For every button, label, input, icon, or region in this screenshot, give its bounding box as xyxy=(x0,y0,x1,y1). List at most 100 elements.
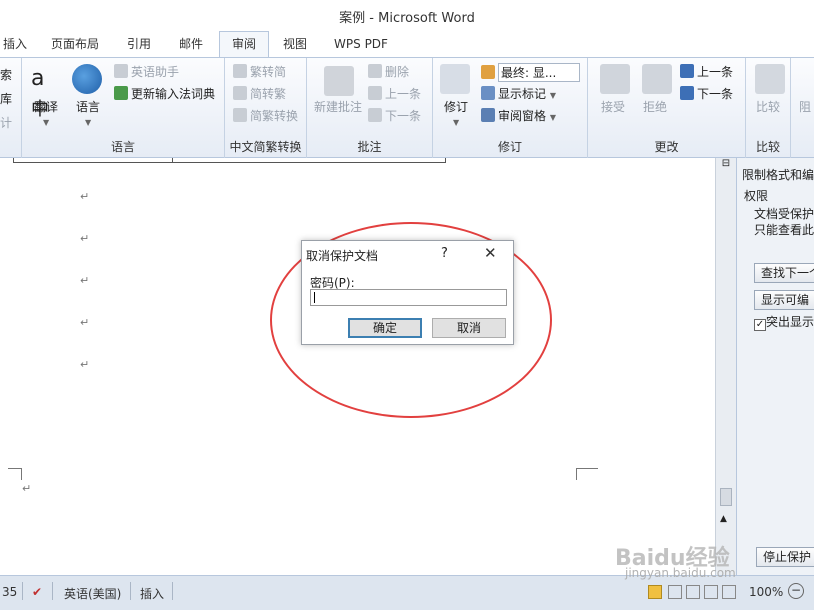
help-icon[interactable]: ? xyxy=(441,246,448,261)
display-for-review-select[interactable]: 最终: 显... xyxy=(481,63,580,82)
tab-review[interactable]: 审阅 xyxy=(219,31,269,57)
margin-corner-left xyxy=(8,468,22,480)
translate-button[interactable]: 翻译 xyxy=(34,98,58,115)
convert-button[interactable]: 简繁转换 xyxy=(233,107,298,124)
proofing-partial-3[interactable]: 计 xyxy=(0,114,12,131)
proofing-partial-2[interactable]: 库 xyxy=(0,90,12,107)
cancel-button[interactable]: 取消 xyxy=(432,318,506,338)
reviewing-pane-label: 审阅窗格 xyxy=(498,109,547,123)
tab-view[interactable]: 视图 xyxy=(274,34,316,57)
show-editable-regions-button[interactable]: 显示可编 xyxy=(754,290,814,310)
previous-comment-button[interactable]: 上一条 xyxy=(368,85,421,102)
compare-button[interactable]: 比较 xyxy=(756,98,780,115)
track-changes-caret-icon[interactable]: ▼ xyxy=(453,118,459,127)
ruler-toggle-icon[interactable]: ⊟ xyxy=(719,158,733,172)
reject-button[interactable]: 拒绝 xyxy=(643,98,667,115)
delete-icon xyxy=(368,64,382,78)
new-comment-button[interactable]: 新建批注 xyxy=(314,98,362,115)
tab-references[interactable]: 引用 xyxy=(118,34,160,57)
page-number-status[interactable]: 35 xyxy=(2,585,17,599)
track-changes-button[interactable]: 修订 xyxy=(444,98,468,115)
text-cursor xyxy=(314,292,315,303)
restrict-editing-pane: 限制格式和编辑 权限 文档受保护 只能查看此 查找下一个 显示可编 ✓突出显示 … xyxy=(736,158,814,575)
ok-button[interactable]: 确定 xyxy=(348,318,422,338)
insert-mode-status[interactable]: 插入 xyxy=(140,585,164,602)
dialog-title: 取消保护文档 xyxy=(306,249,379,263)
next-change-button[interactable]: 下一条 xyxy=(680,85,733,102)
next-comment-button[interactable]: 下一条 xyxy=(368,107,421,124)
group-compare-label: 比较 xyxy=(755,140,780,154)
next-icon xyxy=(368,108,382,122)
reviewing-pane-button[interactable]: 审阅窗格 ▼ xyxy=(481,107,556,124)
update-ime-button[interactable]: 更新输入法词典 xyxy=(114,85,215,102)
margin-corner-right xyxy=(576,468,598,480)
stop-protection-button[interactable]: 停止保护 xyxy=(756,547,814,567)
proofing-error-icon[interactable]: ✔ xyxy=(32,585,42,599)
next-change-icon xyxy=(680,86,694,100)
password-input[interactable] xyxy=(310,289,507,306)
new-comment-icon xyxy=(324,66,354,96)
previous-change-button[interactable]: 上一条 xyxy=(680,63,733,80)
language-status[interactable]: 英语(美国) xyxy=(64,585,121,602)
display-review-value: 最终: 显... xyxy=(498,63,580,82)
group-proofing-partial: 索 库 计 xyxy=(0,58,22,158)
close-icon[interactable]: ✕ xyxy=(484,244,497,262)
previous-change-icon xyxy=(680,64,694,78)
paragraph-mark: ↵ xyxy=(22,482,32,495)
highlight-regions-checkbox[interactable]: ✓ 突出显示 xyxy=(754,313,814,331)
status-separator xyxy=(22,582,23,600)
english-assistant-button[interactable]: 英语助手 xyxy=(114,63,179,80)
pane-readonly-text: 只能查看此 xyxy=(754,223,814,237)
translate-caret-icon[interactable]: ▼ xyxy=(43,118,49,127)
convert-label: 简繁转换 xyxy=(250,109,299,123)
to-simplified-button[interactable]: 简转繁 xyxy=(233,85,286,102)
pane-protected-text: 文档受保护 xyxy=(754,207,814,221)
baidu-watermark-url: jingyan.baidu.com xyxy=(625,566,736,580)
scroll-up-icon[interactable]: ▲ xyxy=(720,514,727,524)
print-layout-view-icon[interactable] xyxy=(648,585,662,599)
to-traditional-label: 繁转简 xyxy=(250,65,287,79)
delete-comment-label: 删除 xyxy=(385,65,410,79)
language-globe-icon xyxy=(72,64,102,94)
group-language: a中 翻译 ▼ 语言 ▼ 英语助手 更新输入法词典 语言 xyxy=(22,58,225,158)
scrollbar-thumb[interactable] xyxy=(720,488,732,506)
zoom-out-icon[interactable]: − xyxy=(788,583,804,599)
draft-view-icon[interactable] xyxy=(722,585,736,599)
proofing-partial-1[interactable]: 索 xyxy=(0,66,12,83)
group-tracking: 修订 ▼ 最终: 显... 显示标记 ▼ 审阅窗格 ▼ 修订 xyxy=(433,58,588,158)
group-chinese-convert: 繁转简 简转繁 简繁转换 中文简繁转换 xyxy=(225,58,307,158)
tab-insert[interactable]: 插入 xyxy=(0,34,30,57)
translate-icon: a中 xyxy=(31,66,49,120)
language-caret-icon[interactable]: ▼ xyxy=(85,118,91,127)
group-compare: 比较 比较 xyxy=(746,58,791,158)
tab-page-layout[interactable]: 页面布局 xyxy=(44,34,106,57)
paragraph-mark: ↵ xyxy=(80,316,90,329)
zoom-level[interactable]: 100% xyxy=(749,585,783,599)
pane-title: 限制格式和编辑 xyxy=(742,168,814,182)
protect-partial-button[interactable]: 阻 xyxy=(799,98,811,115)
to-traditional-button[interactable]: 繁转简 xyxy=(233,63,286,80)
show-markup-button[interactable]: 显示标记 ▼ xyxy=(481,85,556,102)
vertical-scrollbar[interactable]: ⊟ ▲ xyxy=(715,158,736,575)
ribbon: 索 库 计 a中 翻译 ▼ 语言 ▼ 英语助手 更新输入法词典 语言 繁转简 简… xyxy=(0,57,814,158)
convert-icon xyxy=(233,108,247,122)
web-layout-view-icon[interactable] xyxy=(686,585,700,599)
ime-update-icon xyxy=(114,86,128,100)
find-next-region-button[interactable]: 查找下一个 xyxy=(754,263,814,283)
status-separator xyxy=(52,582,53,600)
outline-view-icon[interactable] xyxy=(704,585,718,599)
language-button[interactable]: 语言 xyxy=(76,98,100,115)
delete-comment-button[interactable]: 删除 xyxy=(368,63,409,80)
group-chinese-convert-label: 中文简繁转换 xyxy=(229,140,302,154)
highlight-regions-label: 突出显示 xyxy=(766,315,814,329)
show-markup-caret-icon: ▼ xyxy=(549,91,556,100)
track-changes-icon xyxy=(440,64,470,94)
title-bar: 案例 - Microsoft Word xyxy=(0,0,814,30)
group-comments-label: 批注 xyxy=(357,140,382,154)
tab-wps-pdf[interactable]: WPS PDF xyxy=(326,34,396,57)
window-title: 案例 - Microsoft Word xyxy=(339,11,475,26)
full-screen-view-icon[interactable] xyxy=(668,585,682,599)
pane-section-permission: 权限 xyxy=(744,189,769,203)
accept-button[interactable]: 接受 xyxy=(601,98,625,115)
tab-mailings[interactable]: 邮件 xyxy=(170,34,212,57)
